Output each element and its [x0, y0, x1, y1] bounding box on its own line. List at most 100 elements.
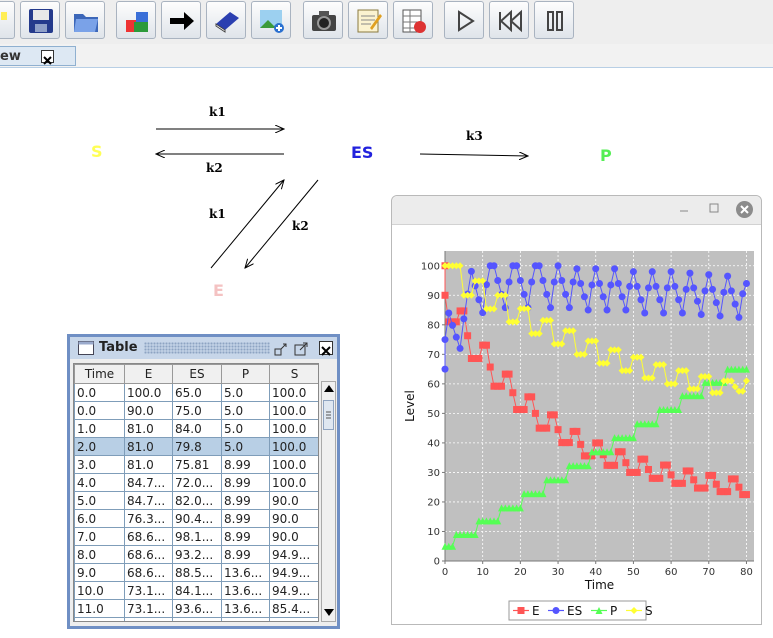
column-header-p[interactable]: P [221, 364, 270, 384]
table-cell[interactable]: 100.0 [269, 455, 318, 474]
table-cell[interactable]: 100.0 [269, 419, 318, 438]
table-row[interactable]: 9.0 68.6... 88.5... 13.6... 94.9... [74, 563, 318, 582]
table-cell[interactable]: 84.1... [172, 581, 222, 600]
table-cell[interactable]: 5.0 [221, 419, 270, 438]
table-cell[interactable]: 65.7... [124, 617, 173, 621]
table-cell[interactable]: 9.0 [74, 563, 125, 582]
table-cell[interactable]: 90.0 [124, 401, 173, 420]
table-cell[interactable]: 82.0... [172, 491, 222, 510]
table-cell[interactable]: 98.1... [172, 527, 222, 546]
species-s[interactable]: S [91, 142, 103, 161]
table-cell[interactable]: 8.99 [221, 509, 270, 528]
table-cell[interactable]: 8.99 [221, 545, 270, 564]
open-button[interactable] [65, 1, 105, 39]
table-cell[interactable]: 1.0 [74, 419, 125, 438]
table-cell[interactable]: 94.9... [269, 545, 318, 564]
table-cell[interactable]: 94.9... [269, 563, 318, 582]
table-cell[interactable]: 4.0 [74, 473, 125, 492]
table-row[interactable]: 2.0 81.0 79.8 5.0 100.0 [74, 437, 318, 456]
column-header-e[interactable]: E [124, 364, 173, 384]
table-cell[interactable]: 12.0 [74, 617, 125, 621]
table-cell[interactable]: 8.99 [221, 527, 270, 546]
column-header-es[interactable]: ES [172, 364, 222, 384]
table-window[interactable]: Table Time E ES P S 0.0 100.0 65.0 5.0 100.0 0.0 9… [67, 334, 340, 629]
species-p[interactable]: P [600, 146, 612, 165]
table-row[interactable]: 12.065.7...100.013.6...85.4... [74, 617, 318, 621]
table-cell[interactable]: 2.0 [74, 437, 125, 456]
table-cell[interactable]: 68.6... [124, 527, 173, 546]
table-cell[interactable]: 76.3... [124, 509, 173, 528]
species-e[interactable]: E [213, 281, 224, 300]
table-row[interactable]: 0.0 100.0 65.0 5.0 100.0 [74, 383, 318, 402]
table-cell[interactable]: 79.8 [172, 437, 222, 456]
table-cell[interactable]: 11.0 [74, 599, 125, 618]
maximize-button[interactable] [294, 341, 308, 356]
table-cell[interactable]: 13.6... [221, 617, 270, 621]
table-cell[interactable]: 81.0 [124, 437, 173, 456]
table-window-titlebar[interactable]: Table [70, 337, 337, 359]
table-row[interactable]: 4.0 84.7... 72.0... 8.99 100.0 [74, 473, 318, 492]
table-cell[interactable]: 8.99 [221, 473, 270, 492]
table-cell[interactable]: 100.0 [269, 401, 318, 420]
table-row[interactable]: 7.0 68.6... 98.1... 8.99 90.0 [74, 527, 318, 546]
tab-model-view[interactable]: ew [0, 46, 76, 66]
column-header-time[interactable]: Time [74, 364, 125, 384]
table-row[interactable]: 8.0 68.6... 93.2... 8.99 94.9... [74, 545, 318, 564]
play-button[interactable] [444, 1, 484, 39]
table-cell[interactable]: 8.0 [74, 545, 125, 564]
table-row[interactable]: 1.0 81.0 84.0 5.0 100.0 [74, 419, 318, 438]
table-cell[interactable]: 84.0 [172, 419, 222, 438]
add-image-button[interactable] [251, 1, 291, 39]
table-cell[interactable]: 100.0 [172, 617, 222, 621]
scroll-down-arrow-icon[interactable] [324, 609, 334, 616]
notes-button[interactable] [206, 1, 246, 39]
table-cell[interactable]: 8.99 [221, 491, 270, 510]
arrow-es-to-p[interactable] [419, 154, 528, 156]
table-cell[interactable]: 13.6... [221, 563, 270, 582]
table-cell[interactable]: 6.0 [74, 509, 125, 528]
table-cell[interactable]: 90.0 [269, 527, 318, 546]
table-cell[interactable]: 8.99 [221, 455, 270, 474]
table-row[interactable]: 6.0 76.3... 90.4... 8.99 90.0 [74, 509, 318, 528]
species-button[interactable] [116, 1, 156, 39]
new-button[interactable] [0, 1, 15, 39]
tab-close-button[interactable] [41, 50, 54, 65]
table-cell[interactable]: 93.6... [172, 599, 222, 618]
table-cell[interactable]: 94.9... [269, 581, 318, 600]
table-cell[interactable]: 84.7... [124, 473, 173, 492]
table-cell[interactable]: 13.6... [221, 599, 270, 618]
table-cell[interactable]: 90.0 [269, 491, 318, 510]
table-cell[interactable]: 81.0 [124, 419, 173, 438]
table-cell[interactable]: 88.5... [172, 563, 222, 582]
table-cell[interactable]: 100.0 [269, 473, 318, 492]
table-cell[interactable]: 73.1... [124, 599, 173, 618]
table-cell[interactable]: 100.0 [269, 437, 318, 456]
arrow-e-to-es[interactable] [210, 180, 284, 269]
scrollbar-thumb[interactable] [323, 400, 334, 430]
table-cell[interactable]: 68.6... [124, 545, 173, 564]
table-cell[interactable]: 13.6... [221, 581, 270, 600]
table-cell[interactable]: 0.0 [74, 401, 125, 420]
table-cell[interactable]: 10.0 [74, 581, 125, 600]
snapshot-button[interactable] [303, 1, 343, 39]
table-cell[interactable]: 84.7... [124, 491, 173, 510]
table-cell[interactable]: 90.4... [172, 509, 222, 528]
table-row[interactable]: 3.0 81.0 75.81 8.99 100.0 [74, 455, 318, 474]
iconify-button[interactable] [274, 341, 288, 356]
table-cell[interactable]: 5.0 [74, 491, 125, 510]
save-button[interactable] [20, 1, 60, 39]
table-row[interactable]: 10.0 73.1... 84.1... 13.6... 94.9... [74, 581, 318, 600]
table-cell[interactable]: 93.2... [172, 545, 222, 564]
table-row[interactable]: 5.0 84.7... 82.0... 8.99 90.0 [74, 491, 318, 510]
table-cell[interactable]: 100.0 [124, 383, 173, 402]
table-cell[interactable]: 5.0 [221, 401, 270, 420]
edit-button[interactable] [348, 1, 388, 39]
table-row[interactable]: 11.0 73.1... 93.6... 13.6... 85.4... [74, 599, 318, 618]
table-cell[interactable]: 75.0 [172, 401, 222, 420]
table-row[interactable]: 0.0 90.0 75.0 5.0 100.0 [74, 401, 318, 420]
scroll-up-arrow-icon[interactable] [324, 385, 334, 392]
table-cell[interactable]: 72.0... [172, 473, 222, 492]
rewind-button[interactable] [489, 1, 529, 39]
table-cell[interactable]: 0.0 [74, 383, 125, 402]
table-cell[interactable]: 68.6... [124, 563, 173, 582]
